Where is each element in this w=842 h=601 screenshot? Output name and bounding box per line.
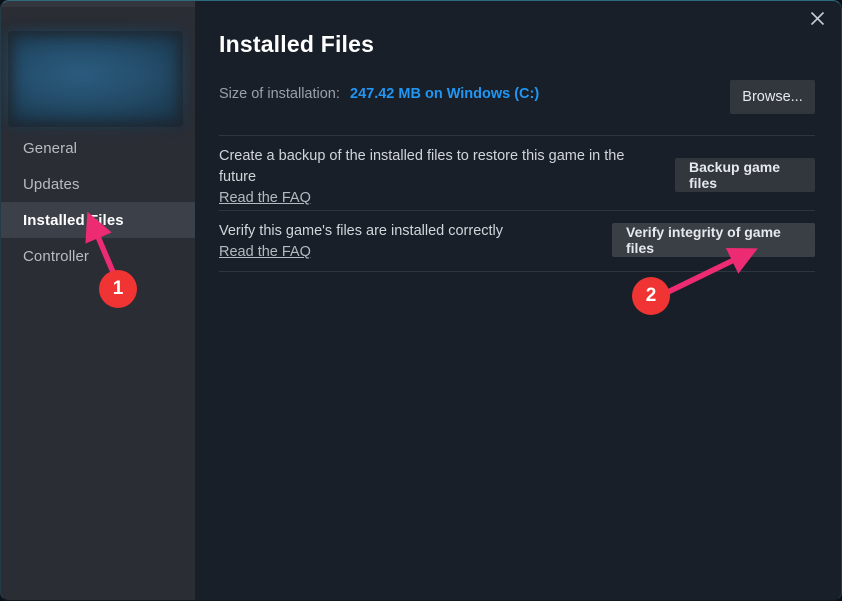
backup-description-block: Create a backup of the installed files t…	[219, 146, 644, 209]
sidebar-item-label: General	[23, 139, 78, 157]
sidebar-item-label: Controller	[23, 247, 90, 265]
backup-game-files-button[interactable]: Backup game files	[675, 158, 815, 192]
main-panel: Installed Files Size of installation: 24…	[195, 0, 842, 601]
divider	[219, 271, 815, 272]
backup-description-text: Create a backup of the installed files t…	[219, 148, 625, 185]
installation-size-value[interactable]: 247.42 MB on Windows (C:)	[350, 86, 539, 102]
verify-read-the-faq-link[interactable]: Read the FAQ	[219, 242, 311, 263]
sidebar-item-label: Updates	[23, 175, 80, 193]
sidebar-item-updates[interactable]: Updates	[0, 166, 195, 202]
page-title: Installed Files	[219, 31, 375, 57]
divider	[219, 210, 815, 211]
sidebar-item-general[interactable]: General	[0, 130, 195, 166]
divider	[219, 135, 815, 136]
game-capsule-vignette	[8, 31, 183, 127]
close-icon	[810, 11, 824, 25]
close-button[interactable]	[800, 3, 834, 33]
verify-integrity-button[interactable]: Verify integrity of game files	[612, 223, 815, 257]
sidebar-item-label: Installed Files	[23, 211, 124, 229]
verify-button-label: Verify integrity of game files	[626, 224, 781, 256]
backup-button-label: Backup game files	[689, 159, 781, 191]
steam-game-properties-window: General Updates Installed Files Controll…	[0, 0, 842, 601]
sidebar-top-strip	[0, 0, 195, 7]
sidebar-item-installed-files[interactable]: Installed Files	[0, 202, 195, 238]
verify-description-block: Verify this game's files are installed c…	[219, 221, 649, 263]
verify-description-text: Verify this game's files are installed c…	[219, 223, 504, 239]
sidebar-item-controller[interactable]: Controller	[0, 238, 195, 274]
installation-size-row: Size of installation: 247.42 MB on Windo…	[219, 86, 815, 108]
browse-button-label: Browse...	[742, 89, 803, 105]
sidebar: General Updates Installed Files Controll…	[0, 0, 195, 601]
backup-read-the-faq-link[interactable]: Read the FAQ	[219, 188, 311, 209]
browse-button[interactable]: Browse...	[730, 80, 815, 114]
installation-size-label: Size of installation:	[219, 86, 340, 102]
